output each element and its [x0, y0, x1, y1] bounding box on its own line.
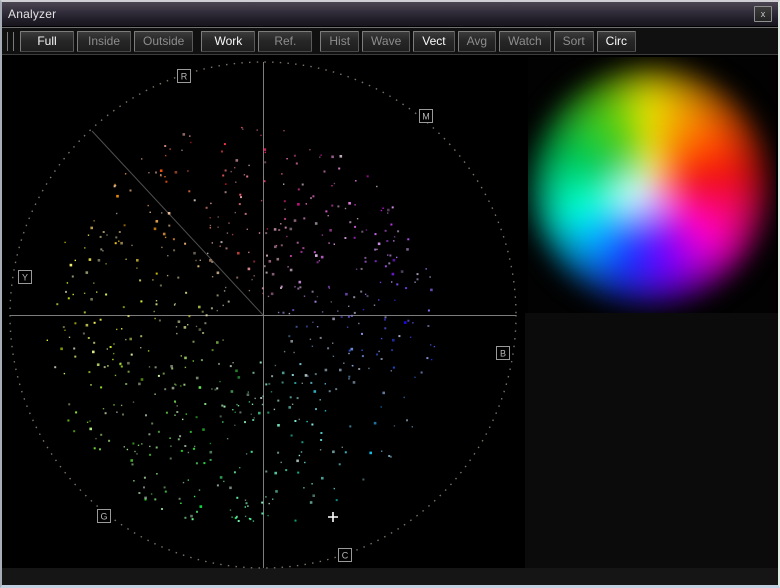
marker-c-label: C — [342, 550, 349, 560]
toolbar-button-outside[interactable]: Outside — [134, 31, 193, 52]
marker-y-label: Y — [22, 272, 28, 282]
toolbar: FullInsideOutside WorkRef. HistWaveVectA… — [2, 27, 778, 55]
toolbar-gripper-icon[interactable] — [7, 32, 14, 51]
toolbar-group-view: FullInsideOutside — [20, 31, 193, 52]
close-button[interactable]: x — [754, 6, 772, 22]
toolbar-button-wave[interactable]: Wave — [362, 31, 410, 52]
marker-g-label: G — [100, 511, 107, 521]
toolbar-button-sort[interactable]: Sort — [554, 31, 594, 52]
analyzer-window: Analyzer x FullInsideOutside WorkRef. Hi… — [0, 0, 780, 588]
toolbar-button-inside[interactable]: Inside — [77, 31, 131, 52]
crosshair-cursor-icon[interactable] — [328, 512, 338, 522]
toolbar-button-hist[interactable]: Hist — [320, 31, 359, 52]
close-icon: x — [761, 10, 766, 19]
content-area: R M B C G Y — [2, 55, 778, 585]
toolbar-group-source: WorkRef. — [201, 31, 312, 52]
toolbar-button-circ[interactable]: Circ — [597, 31, 636, 52]
scatter-dots — [47, 127, 436, 522]
toolbar-button-work[interactable]: Work — [201, 31, 255, 52]
toolbar-button-full[interactable]: Full — [20, 31, 74, 52]
vectorscope-panel[interactable]: R M B C G Y — [2, 55, 778, 585]
marker-m-label: M — [422, 111, 430, 121]
titlebar[interactable]: Analyzer x — [2, 2, 778, 27]
skin-tone-line — [92, 131, 263, 315]
toolbar-button-watch[interactable]: Watch — [499, 31, 551, 52]
window-title: Analyzer — [8, 7, 56, 21]
toolbar-button-ref[interactable]: Ref. — [258, 31, 312, 52]
marker-b-label: B — [500, 348, 506, 358]
toolbar-button-avg[interactable]: Avg — [458, 31, 496, 52]
toolbar-group-mode: HistWaveVectAvgWatchSortCirc — [320, 31, 636, 52]
toolbar-button-vect[interactable]: Vect — [413, 31, 454, 52]
marker-r-label: R — [181, 71, 188, 81]
